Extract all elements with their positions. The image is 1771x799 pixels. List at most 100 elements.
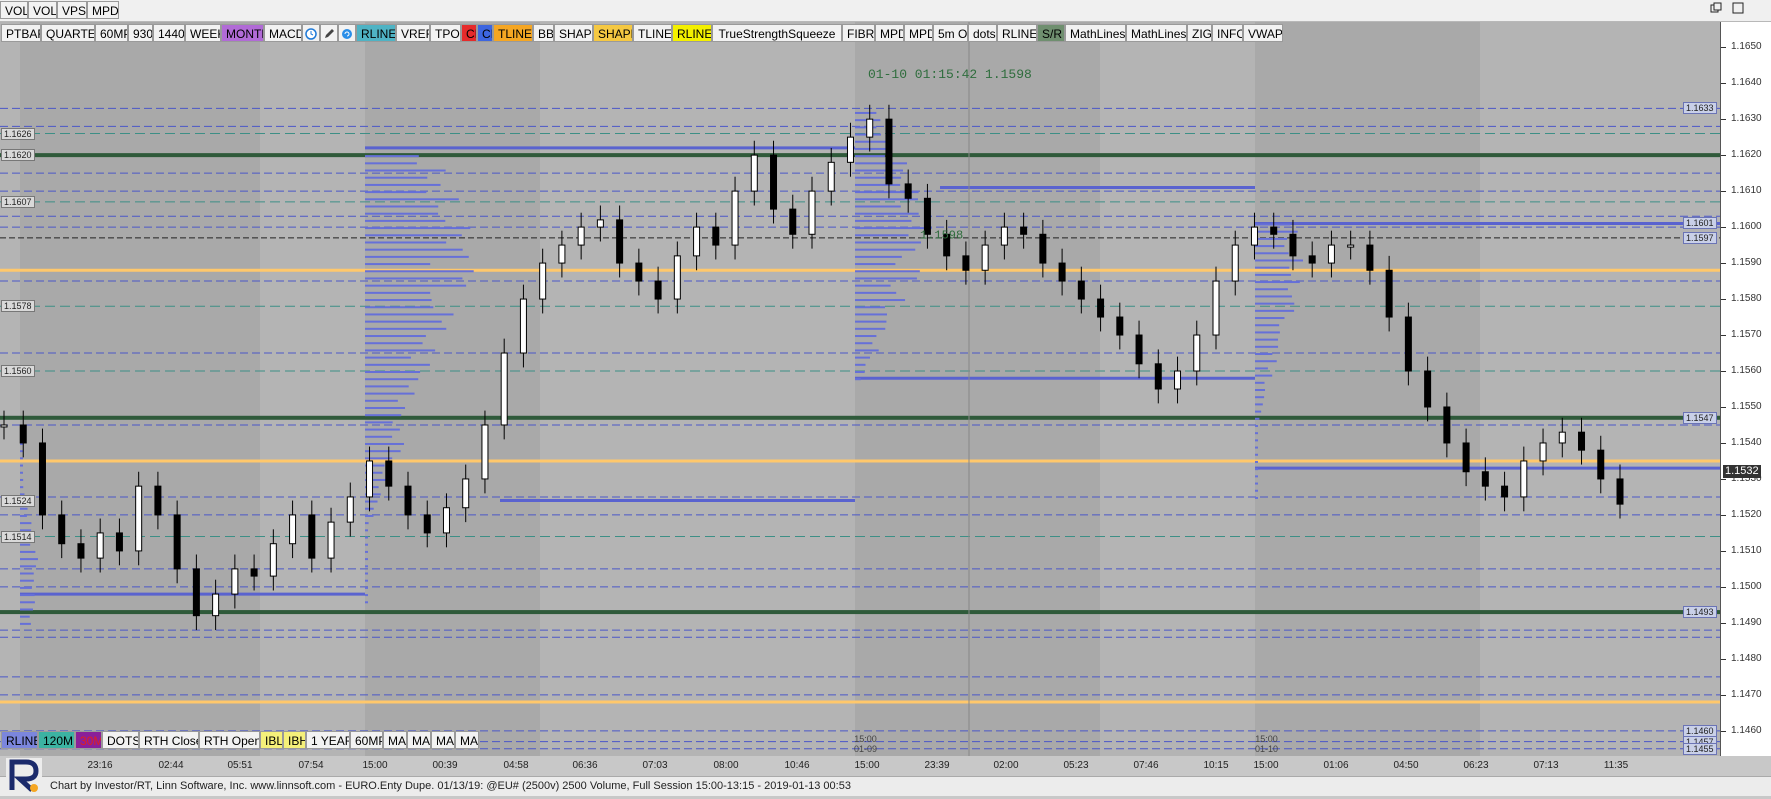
volume-profile-bar xyxy=(365,155,419,158)
toolbar-button-vref[interactable]: VREF xyxy=(396,24,430,42)
toolbar-button-quarter[interactable]: QUARTER xyxy=(41,24,95,42)
time-tick-label: 05:23 xyxy=(1063,760,1089,771)
volume-profile-bar xyxy=(365,579,368,582)
menu-vps[interactable]: VPS xyxy=(57,1,87,19)
toolbar-button-s-r[interactable]: S/R xyxy=(1037,24,1065,42)
menu-vol-2[interactable]: VOL xyxy=(28,1,57,19)
toolbar-button-rline[interactable]: RLINE xyxy=(997,24,1037,42)
candle-body xyxy=(500,352,508,426)
price-tick-label: 1.1630 xyxy=(1731,113,1762,125)
volume-profile-bar xyxy=(1255,496,1258,499)
time-tick-label: 11:35 xyxy=(1603,760,1629,771)
refresh-icon[interactable] xyxy=(338,24,356,42)
volume-profile-bar xyxy=(1255,482,1258,485)
volume-profile-bar xyxy=(365,277,463,280)
toolbar-button-mpd[interactable]: MPD xyxy=(875,24,904,42)
volume-profile-bar xyxy=(365,349,436,352)
time-tick-label: 00:39 xyxy=(432,760,458,771)
volume-profile-bar xyxy=(20,514,27,517)
toolbar-button-tline[interactable]: TLINE xyxy=(493,24,533,42)
price-axis[interactable]: 1.1650 1.1640 1.1630 1.1620 1.1610 1.1600 1.15… xyxy=(1683,22,1771,756)
volume-profile-bar xyxy=(365,320,442,323)
toolbar-button-fibr[interactable]: FIBR xyxy=(842,24,875,42)
price-tick-label: 1.1590 xyxy=(1731,257,1762,269)
toolbar-button-shape[interactable]: SHAPE xyxy=(593,24,633,42)
volume-profile-bar xyxy=(1255,432,1258,435)
candle-body xyxy=(808,190,816,235)
bottom-button-rth-open[interactable]: RTH Open xyxy=(199,731,260,749)
volume-profile-bar xyxy=(1255,252,1289,255)
toolbar-button-bb[interactable]: BB xyxy=(533,24,554,42)
pencil-icon[interactable] xyxy=(320,24,338,42)
toolbar-button-tline[interactable]: TLINE xyxy=(633,24,672,42)
price-tick-mark xyxy=(1721,155,1726,157)
toolbar-button-dots[interactable]: dots xyxy=(968,24,997,42)
time-tick-label: 06:23 xyxy=(1463,760,1489,771)
toolbar-button-info[interactable]: INFO xyxy=(1212,24,1243,42)
maximize-icon[interactable] xyxy=(1730,2,1746,18)
toolbar-button-zig[interactable]: ZIG xyxy=(1187,24,1212,42)
time-tick-label: 15:00 xyxy=(362,760,388,771)
toolbar-button-truestrengthsqueeze[interactable]: TrueStrengthSqueeze xyxy=(712,24,842,42)
toolbar-button-rline[interactable]: RLINE xyxy=(672,24,712,42)
candle-body xyxy=(423,514,431,534)
toolbar-button-930[interactable]: 930 xyxy=(128,24,153,42)
toolbar-button-shape[interactable]: SHAPE xyxy=(554,24,593,42)
toolbar-button-ci[interactable]: CI xyxy=(477,24,493,42)
volume-profile-bar xyxy=(1255,345,1279,348)
toolbar-button-mathlines[interactable]: MathLines xyxy=(1065,24,1126,42)
bottom-button-1-year[interactable]: 1 YEAR xyxy=(306,731,350,749)
bottom-button-ma[interactable]: MA xyxy=(407,731,431,749)
candle-body xyxy=(962,255,970,271)
toolbar-button-mathlines[interactable]: MathLines xyxy=(1126,24,1187,42)
bottom-button-rth-close[interactable]: RTH Close xyxy=(139,731,199,749)
bottom-button-rline[interactable]: RLINE xyxy=(1,731,38,749)
volume-profile-bar xyxy=(1255,396,1265,399)
toolbar-button-ptbar[interactable]: PTBAR xyxy=(1,24,41,42)
volume-profile-bar xyxy=(365,205,439,208)
volume-profile-bar xyxy=(1255,453,1258,456)
volume-profile-bar xyxy=(365,371,421,374)
toolbar-button-60mp[interactable]: 60MP xyxy=(95,24,128,42)
toolbar-button-week[interactable]: WEEK xyxy=(185,24,221,42)
bottom-button-60mp[interactable]: 60MP xyxy=(350,731,383,749)
bottom-button-ma[interactable]: MA xyxy=(455,731,479,749)
bottom-button-30m[interactable]: 30M xyxy=(75,731,102,749)
volume-profile-bar xyxy=(1255,353,1273,356)
volume-profile-bar xyxy=(20,486,24,489)
price-tick-mark xyxy=(1721,406,1726,408)
candle-body xyxy=(1308,255,1316,264)
restore-icon[interactable] xyxy=(1708,2,1724,18)
toolbar-button-vwap[interactable]: VWAP xyxy=(1243,24,1283,42)
toolbar-button-5m-or[interactable]: 5m OR xyxy=(933,24,968,42)
price-chart[interactable]: 1.1598 01-10 01:15:42 1.1598 15:00 01-09… xyxy=(0,22,1720,756)
candle-body xyxy=(58,514,66,545)
toolbar-button-ci[interactable]: CI xyxy=(461,24,477,42)
toolbar-button-1440[interactable]: 1440 xyxy=(153,24,185,42)
candle-body xyxy=(289,514,297,545)
bottom-button-ma[interactable]: MA xyxy=(431,731,455,749)
bottom-button-ibl[interactable]: IBL xyxy=(260,731,283,749)
volume-profile-bar xyxy=(855,155,885,158)
menu-vol-1[interactable]: VOL xyxy=(0,1,28,19)
volume-profile-bar xyxy=(855,255,902,258)
bottom-button-dots[interactable]: DOTS xyxy=(102,731,139,749)
time-axis[interactable]: 23:16 02:44 05:51 07:54 15:00 00:39 04:58 06:36… xyxy=(0,756,1720,776)
volume-profile-bar xyxy=(855,205,901,208)
toolbar-button-mpd[interactable]: MPD xyxy=(904,24,933,42)
volume-profile-bar xyxy=(855,320,887,323)
toolbar-button-rline[interactable]: RLINE xyxy=(356,24,396,42)
toolbar-button-tpo[interactable]: TPO xyxy=(430,24,461,42)
menu-mpd[interactable]: MPD xyxy=(87,1,119,19)
level-flag: 1.1493 xyxy=(1683,606,1717,619)
toolbar-button-month[interactable]: MONTH xyxy=(221,24,264,42)
price-tick-label: 1.1560 xyxy=(1731,365,1762,376)
volume-profile-bar xyxy=(20,457,23,460)
volume-profile-bar xyxy=(365,299,432,302)
bottom-button-ma[interactable]: MA xyxy=(383,731,407,749)
toolbar-button-macd[interactable]: MACD xyxy=(264,24,302,42)
clock-icon[interactable] xyxy=(302,24,320,42)
bottom-button-120m[interactable]: 120M xyxy=(38,731,75,749)
volume-profile-bar xyxy=(20,622,31,625)
bottom-button-ibh[interactable]: IBH xyxy=(283,731,306,749)
